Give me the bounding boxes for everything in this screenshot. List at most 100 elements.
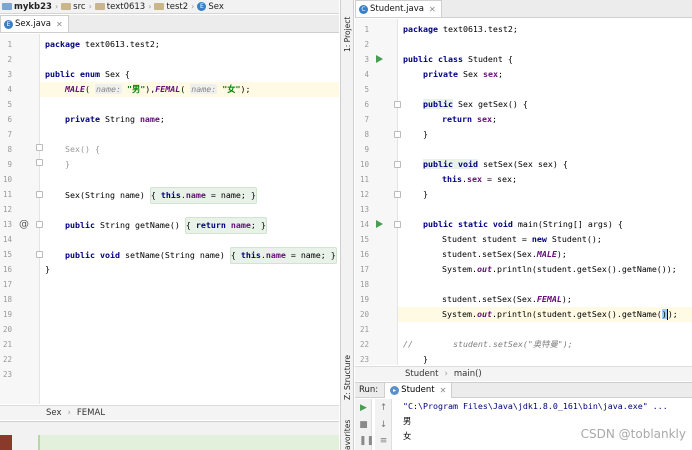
code-token: this bbox=[240, 250, 261, 260]
scroll-down-icon[interactable]: ↓ bbox=[379, 421, 388, 430]
line-number: 2 bbox=[7, 55, 12, 64]
structure-tool-button[interactable]: Z: Structure bbox=[343, 355, 352, 400]
code-line: public enum Sex { bbox=[0, 67, 339, 82]
chevron-right-icon: › bbox=[191, 2, 195, 11]
code-token: sex bbox=[482, 69, 498, 79]
project-tool-button[interactable]: 1: Project bbox=[343, 17, 352, 52]
tab-sex-java[interactable]: E Sex.java ✕ bbox=[0, 15, 69, 32]
breadcrumb-item[interactable]: Sex bbox=[46, 408, 62, 418]
code-token: return bbox=[195, 220, 226, 230]
code-token: MALE( name: "男"),FEMAL( name: "女"); bbox=[65, 82, 251, 97]
right-tab-strip: C Student.java ✕ bbox=[355, 0, 692, 18]
code-line: } bbox=[0, 262, 339, 277]
breadcrumb-item[interactable]: Student bbox=[405, 369, 438, 379]
breadcrumb-item[interactable]: main() bbox=[454, 369, 482, 379]
code-token: } bbox=[65, 159, 70, 169]
nav-crumb-subpackage[interactable]: test2 bbox=[154, 2, 188, 12]
code-token: Student student = bbox=[442, 234, 532, 244]
line-number: 17 bbox=[2, 280, 12, 289]
code-token: ; bbox=[491, 114, 497, 124]
fold-marker-icon[interactable] bbox=[36, 144, 43, 151]
thumbnail-icon bbox=[0, 435, 12, 450]
code-line: } bbox=[355, 352, 692, 365]
code-token: this bbox=[442, 174, 462, 184]
line-number: 5 bbox=[364, 85, 369, 94]
folded-block[interactable]: { this.name = name; } bbox=[149, 187, 257, 204]
run-config-icon: ▸ bbox=[390, 385, 400, 395]
stop-icon[interactable]: ■ bbox=[359, 421, 368, 430]
favorites-tool-button[interactable]: avorites bbox=[343, 420, 352, 450]
fold-marker-icon[interactable] bbox=[394, 161, 401, 168]
override-at-icon[interactable]: @ bbox=[19, 217, 29, 232]
code-token: main(String[] args) { bbox=[512, 219, 623, 229]
close-icon[interactable]: ✕ bbox=[440, 386, 447, 395]
line-number: 22 bbox=[2, 355, 12, 364]
code-token: ); bbox=[240, 84, 251, 94]
code-token: student.setSex(Sex.MALE); bbox=[442, 247, 567, 262]
fold-marker-icon[interactable] bbox=[36, 159, 43, 166]
code-token: new bbox=[531, 234, 547, 244]
right-editor-breadcrumb: Student › main() bbox=[355, 366, 692, 381]
code-token: public static void bbox=[423, 219, 513, 229]
line-number: 18 bbox=[2, 295, 12, 304]
nav-crumb-src[interactable]: src bbox=[61, 2, 86, 12]
right-editor[interactable]: 1 2 3 4 5 6 7 8 9 10 11 12 13 14 15 16 17 18 19 20 21 22 23 pa… bbox=[355, 19, 692, 365]
code-token: System.out.println(student.getSex().getN… bbox=[442, 262, 677, 277]
class-icon: C bbox=[359, 4, 368, 14]
code-line: public static void main(String[] args) { bbox=[355, 217, 692, 232]
line-number: 7 bbox=[7, 130, 12, 139]
pause-icon[interactable]: ❚❚ bbox=[359, 437, 374, 446]
run-toolbar-right: ↑ ↓ ≡ bbox=[375, 399, 392, 450]
code-line: } bbox=[0, 157, 339, 172]
line-number: 21 bbox=[2, 340, 12, 349]
code-token: "男" bbox=[121, 84, 146, 94]
fold-marker-icon[interactable] bbox=[36, 251, 43, 258]
console-output[interactable]: "C:\Program Files\Java\jdk1.8.0_161\bin\… bbox=[398, 399, 692, 450]
run-tab-label: Student bbox=[401, 385, 435, 395]
fold-marker-icon[interactable] bbox=[394, 191, 401, 198]
close-icon[interactable]: ✕ bbox=[429, 5, 436, 14]
scroll-up-icon[interactable]: ↑ bbox=[379, 404, 388, 413]
code-token: package text0613.test2; bbox=[403, 22, 518, 37]
code-token: // student.setSex("奥特曼"); bbox=[403, 339, 573, 349]
code-token: } bbox=[423, 354, 428, 364]
fold-marker-icon[interactable] bbox=[36, 221, 43, 228]
fold-marker-icon[interactable] bbox=[394, 221, 401, 228]
fold-marker-icon[interactable] bbox=[394, 101, 401, 108]
code-line: public String getName() { return name; } bbox=[0, 217, 339, 234]
code-token: = name; } bbox=[205, 190, 256, 200]
run-gutter-icon[interactable] bbox=[376, 220, 383, 228]
code-token: this.sex = sex; bbox=[442, 172, 517, 187]
rerun-icon[interactable]: ▶ bbox=[359, 404, 368, 413]
navigation-bar: mykb23 › src › text0613 › test2 › E Sex bbox=[0, 0, 339, 14]
code-token: public enum Sex { bbox=[45, 67, 130, 82]
code-token: ); bbox=[667, 309, 678, 319]
code-token: ; } bbox=[250, 220, 266, 230]
code-token: FEMAL bbox=[155, 84, 181, 94]
nav-crumb-project[interactable]: mykb23 bbox=[2, 2, 52, 12]
code-line: } bbox=[355, 127, 692, 142]
code-line: private Sex sex; bbox=[355, 67, 692, 82]
nav-crumb-class[interactable]: E Sex bbox=[197, 2, 224, 12]
code-token: private bbox=[423, 69, 458, 79]
run-gutter-icon[interactable] bbox=[376, 55, 383, 63]
wrap-icon[interactable]: ≡ bbox=[379, 437, 388, 446]
fold-marker-icon[interactable] bbox=[36, 191, 43, 198]
code-token: = sex; bbox=[481, 174, 517, 184]
code-line: this.sex = sex; bbox=[355, 172, 692, 187]
code-token: Student(); bbox=[546, 234, 602, 244]
nav-crumb-package[interactable]: text0613 bbox=[94, 2, 145, 12]
line-number: 4 bbox=[7, 85, 12, 94]
close-icon[interactable]: ✕ bbox=[56, 20, 63, 29]
fold-marker-icon[interactable] bbox=[394, 131, 401, 138]
left-editor[interactable]: 1 2 3 4 5 6 7 8 9 10 11 12 13 14 15 16 17 18 19 20 21 22 23 pa… bbox=[0, 34, 339, 404]
chevron-right-icon: › bbox=[88, 2, 92, 11]
run-tool-window-header: Run: ▸ Student ✕ bbox=[355, 382, 692, 398]
code-token: System. bbox=[442, 309, 477, 319]
code-token: Student student = new Student(); bbox=[442, 232, 602, 247]
run-tab-student[interactable]: ▸ Student ✕ bbox=[384, 382, 453, 398]
breadcrumb-item[interactable]: FEMAL bbox=[77, 408, 105, 418]
folded-block[interactable]: { return name; } bbox=[184, 217, 267, 234]
tab-student-java[interactable]: C Student.java ✕ bbox=[355, 0, 442, 17]
project-folder-icon bbox=[2, 3, 12, 10]
